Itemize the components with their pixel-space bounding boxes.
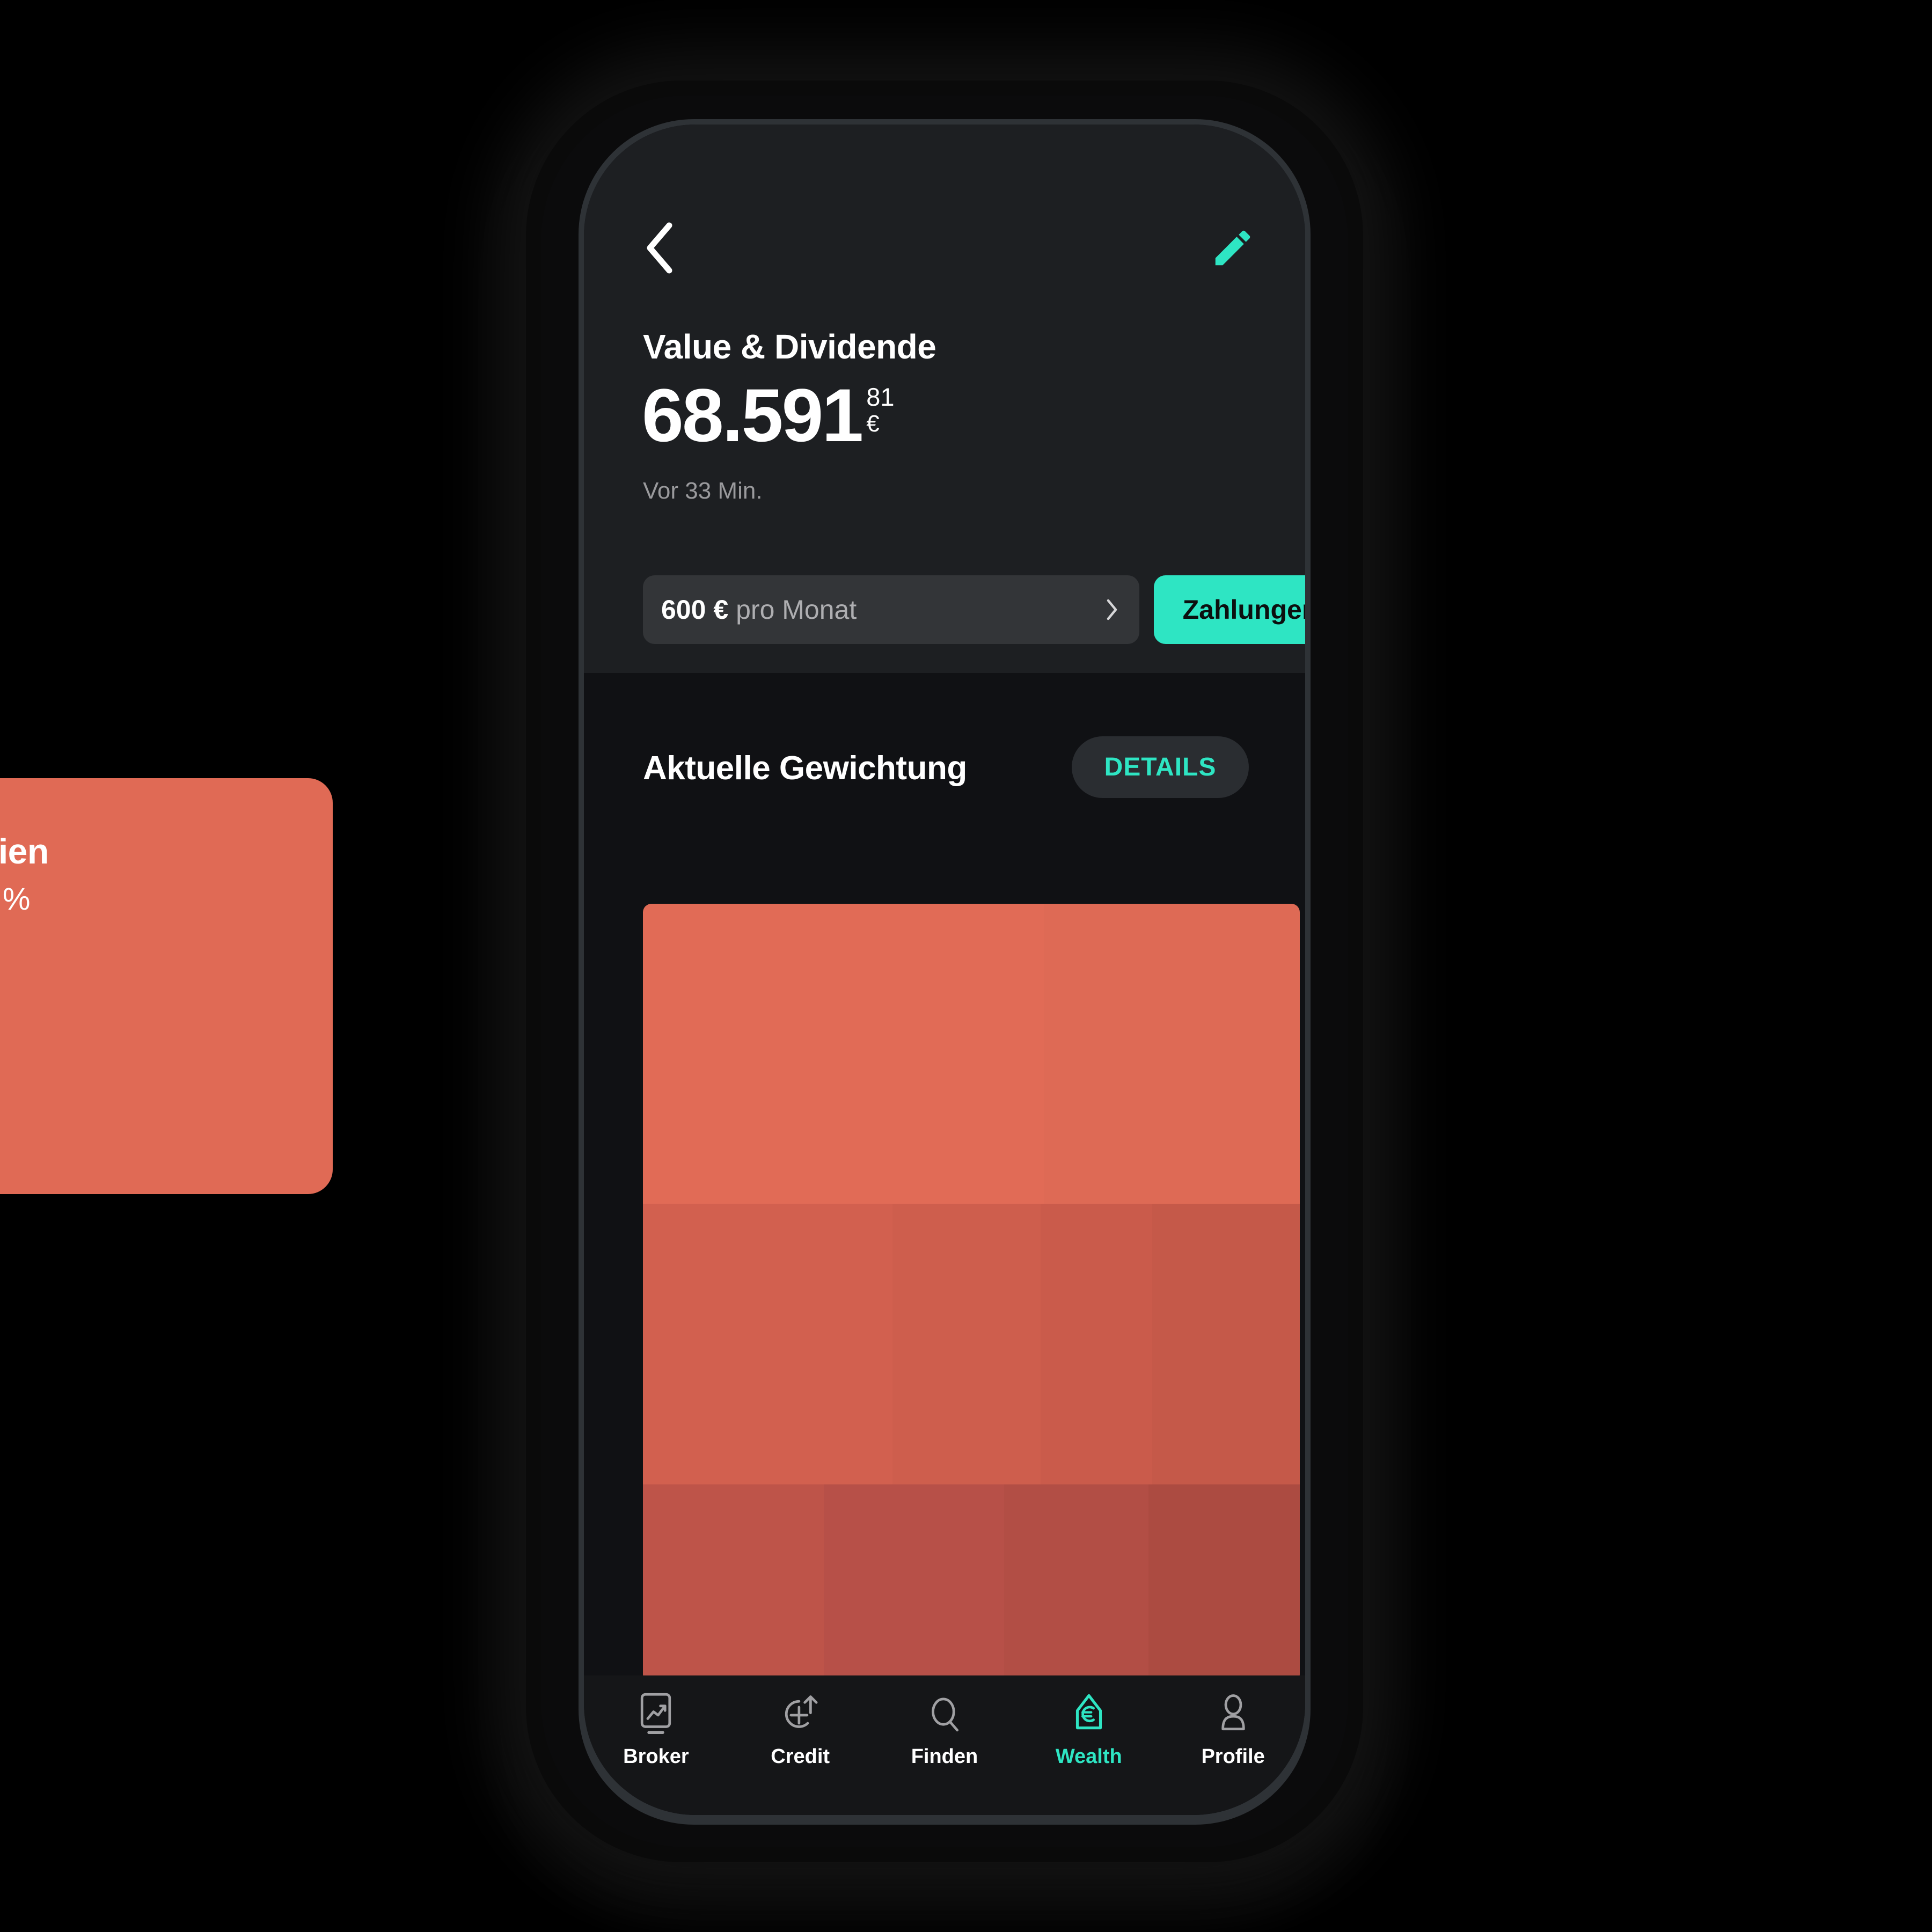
treemap-tile[interactable] [1004, 1484, 1149, 1683]
header-panel: Value & Dividende 68.591 81 € Vor 33 Min… [584, 125, 1305, 673]
weighting-treemap[interactable] [643, 904, 1300, 1683]
nav-item-finden-label: Finden [911, 1745, 978, 1768]
nav-item-profile[interactable]: Profile [1180, 1689, 1287, 1768]
payments-button-label: Zahlungen [1182, 595, 1305, 625]
treemap-tile[interactable] [1148, 1484, 1300, 1683]
nav-item-wealth-label: Wealth [1055, 1745, 1122, 1768]
weighting-title: Aktuelle Gewichtung [643, 750, 967, 787]
treemap-row [643, 904, 1300, 1204]
top-navigation-row [584, 218, 1305, 288]
nav-item-credit-label: Credit [771, 1745, 830, 1768]
screenshot-stage: Value & Dividende 68.591 81 € Vor 33 Min… [0, 0, 1932, 1932]
search-icon [924, 1689, 965, 1741]
device-screen: Value & Dividende 68.591 81 € Vor 33 Min… [584, 125, 1305, 1815]
treemap-tile[interactable] [1040, 1204, 1152, 1484]
plan-period: pro Monat [736, 595, 857, 625]
payments-button[interactable]: Zahlungen [1154, 575, 1305, 644]
treemap-tile[interactable] [892, 1204, 1041, 1484]
nav-item-credit[interactable]: Credit [747, 1689, 854, 1768]
details-button[interactable]: DETAILS [1072, 736, 1249, 798]
treemap-row [643, 1204, 1300, 1484]
balance-cents: 81 [866, 383, 895, 411]
balance-superscript: 81 € [866, 378, 894, 436]
phone-chart-icon [635, 1689, 676, 1741]
nav-item-finden[interactable]: Finden [891, 1689, 998, 1768]
tooltip-value: 100 % [0, 882, 31, 917]
person-icon [1213, 1689, 1254, 1741]
treemap-tile[interactable] [823, 1484, 1005, 1683]
details-button-label: DETAILS [1104, 753, 1217, 781]
treemap-tile[interactable] [1043, 904, 1300, 1204]
bottom-navigation-bar: Broker Credit Finden Wealth Profile [584, 1675, 1305, 1815]
balance-amount: 68.591 [642, 373, 863, 457]
treemap-tooltip-card[interactable]: Aktien 100 % [0, 778, 333, 1194]
treemap-tile[interactable] [643, 1484, 824, 1683]
pencil-icon [1215, 230, 1250, 266]
tooltip-label: Aktien [0, 831, 49, 871]
nav-item-profile-label: Profile [1201, 1745, 1265, 1768]
treemap-tile[interactable] [1152, 1204, 1300, 1484]
edit-button[interactable] [1203, 218, 1262, 277]
weighting-section-header: Aktuelle Gewichtung DETAILS [584, 673, 1305, 850]
credit-plus-arrow-icon [780, 1689, 821, 1741]
treemap-tile[interactable] [643, 904, 1044, 1204]
nav-item-wealth[interactable]: Wealth [1035, 1689, 1143, 1768]
balance-display: 68.591 81 € [642, 378, 894, 453]
chevron-right-icon [1105, 598, 1119, 621]
treemap-row [643, 1484, 1300, 1683]
euro-shield-icon [1069, 1689, 1109, 1741]
nav-item-broker[interactable]: Broker [602, 1689, 709, 1768]
back-button[interactable] [635, 218, 683, 277]
balance-updated-label: Vor 33 Min. [643, 478, 763, 504]
nav-item-broker-label: Broker [623, 1745, 689, 1768]
plan-amount: 600 € [661, 595, 729, 625]
treemap-tile[interactable] [643, 1204, 893, 1484]
savings-plan-row[interactable]: 600 € pro Monat [643, 575, 1139, 644]
chevron-left-icon [647, 222, 672, 274]
balance-currency: € [866, 411, 880, 437]
page-title: Value & Dividende [643, 327, 936, 366]
